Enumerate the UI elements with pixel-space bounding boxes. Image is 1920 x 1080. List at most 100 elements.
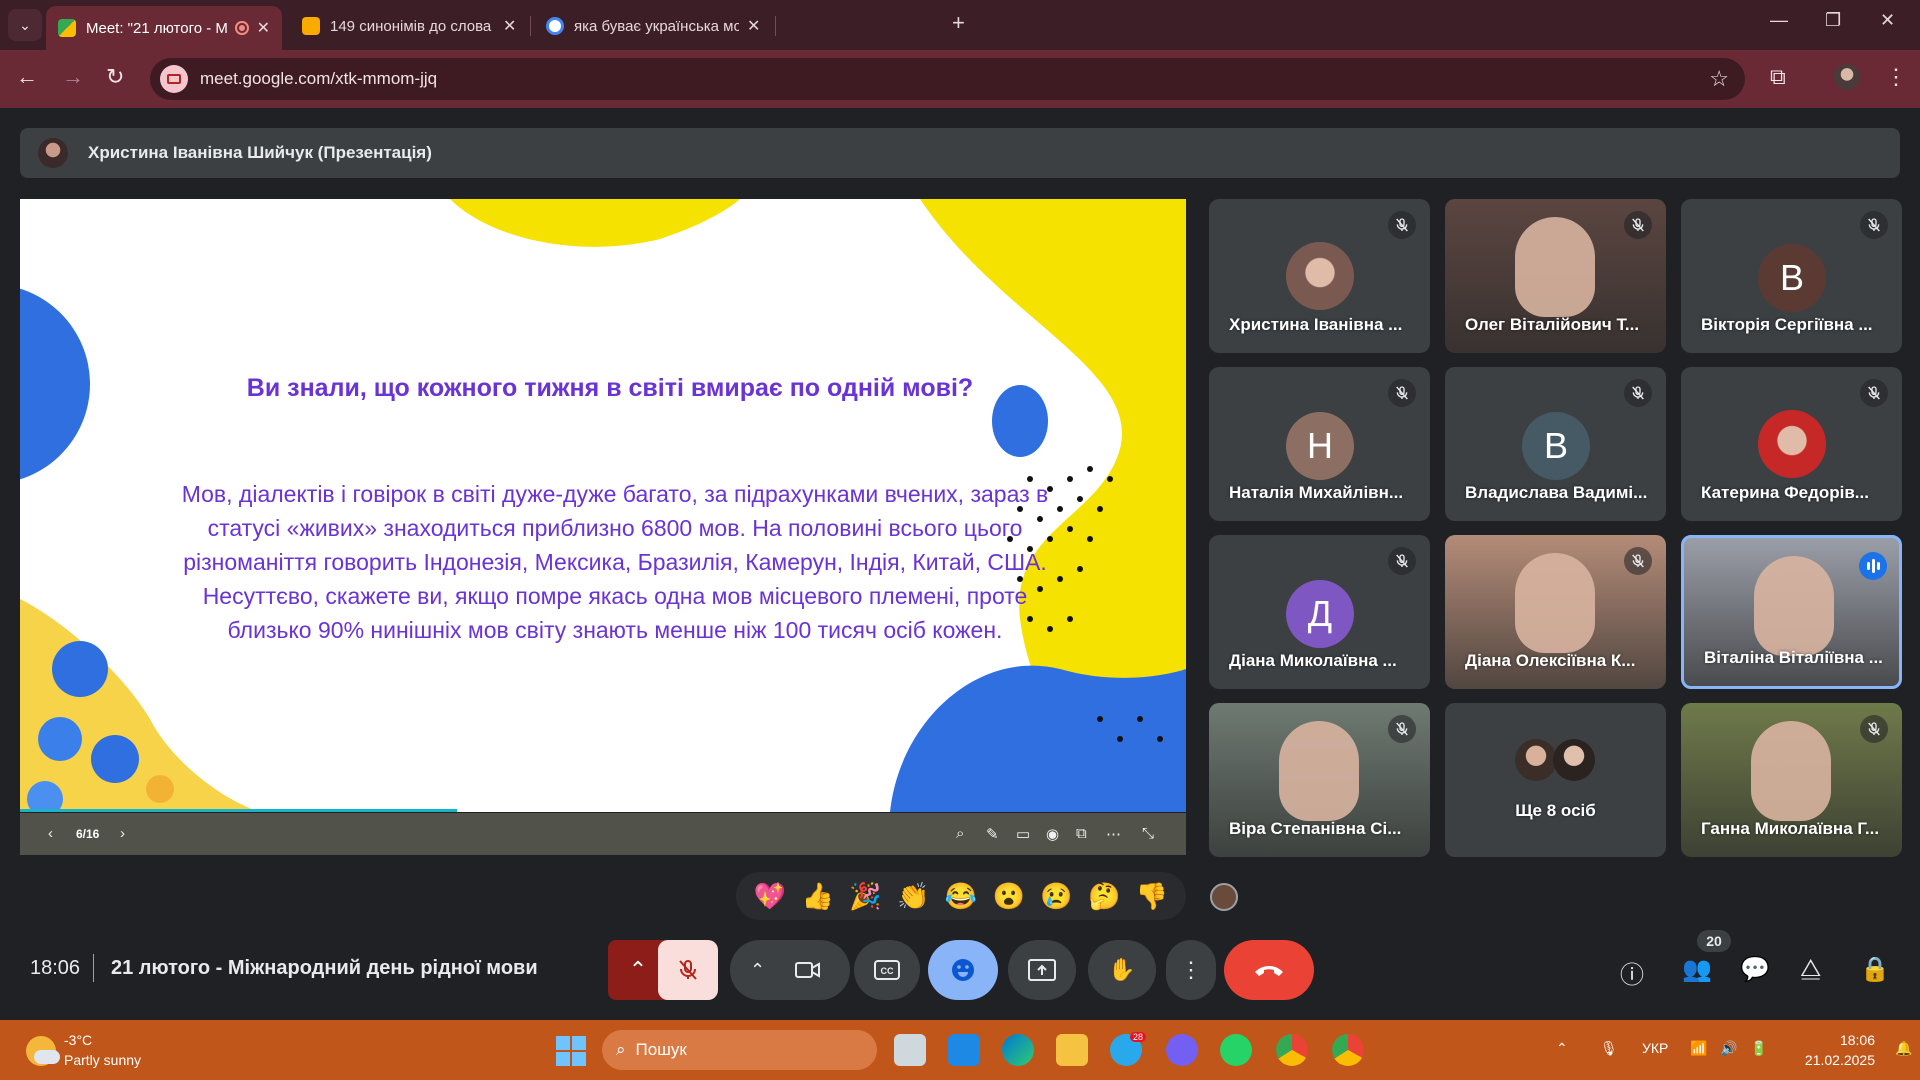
mic-off-icon	[679, 960, 697, 980]
host-controls-icon[interactable]: 🔒	[1860, 955, 1890, 984]
video-feed	[1751, 721, 1831, 821]
reaction-emoji[interactable]: 👏	[897, 881, 929, 912]
captions-icon[interactable]: ▭	[1016, 825, 1030, 843]
people-icon[interactable]: 👥	[1682, 955, 1712, 984]
participant-tile[interactable]: Діана Олексіївна К...	[1445, 535, 1666, 689]
language-indicator[interactable]: УКР	[1642, 1040, 1668, 1056]
synonyms-favicon-icon	[302, 17, 320, 35]
reaction-emoji[interactable]: 👍	[801, 881, 833, 912]
file-explorer-icon[interactable]	[1056, 1034, 1088, 1066]
more-options-icon[interactable]: ⋯	[1106, 825, 1121, 843]
close-tab-icon[interactable]: ✕	[747, 16, 760, 36]
microphone-tray-icon[interactable]: 🎙	[1600, 1040, 1618, 1057]
tab-google-search[interactable]: яка буває українська мова - П ✕	[534, 6, 774, 46]
notifications-icon[interactable]: 🔔	[1895, 1040, 1912, 1057]
viber-icon[interactable]	[1166, 1034, 1198, 1066]
reaction-emoji[interactable]: 😂	[945, 881, 977, 912]
back-icon[interactable]: ←	[16, 64, 38, 90]
windows-start-icon[interactable]	[556, 1036, 586, 1066]
address-bar[interactable]: meet.google.com/xtk-mmom-jjq ☆	[150, 58, 1745, 100]
tab-search-button[interactable]: ⌄	[8, 9, 42, 41]
prev-slide-icon[interactable]: ‹	[48, 825, 53, 842]
taskbar-date[interactable]: 21.02.2025	[1795, 1052, 1875, 1068]
reaction-emoji[interactable]: 🎉	[849, 881, 881, 912]
participant-tile[interactable]: Н Наталія Михайлівн...	[1209, 367, 1430, 521]
more-options-button[interactable]: ⋮	[1166, 940, 1216, 1000]
camera-icon[interactable]	[794, 959, 822, 981]
wifi-icon[interactable]: 📶	[1690, 1040, 1707, 1057]
taskbar-search[interactable]: ⌕ Пошук	[602, 1030, 877, 1070]
site-info-icon[interactable]	[160, 65, 188, 93]
mic-muted-icon	[1624, 547, 1652, 575]
participant-tile[interactable]: Катерина Федорів...	[1681, 367, 1902, 521]
bookmark-star-icon[interactable]: ☆	[1709, 66, 1729, 92]
task-view-icon[interactable]	[894, 1034, 926, 1066]
participant-tile[interactable]: Д Діана Миколаївна ...	[1209, 535, 1430, 689]
pen-icon[interactable]: ✎	[986, 825, 999, 843]
url-text[interactable]: meet.google.com/xtk-mmom-jjq	[200, 69, 437, 89]
participant-tile[interactable]: Віра Степанівна Сі...	[1209, 703, 1430, 857]
reaction-emoji[interactable]: 🤔	[1088, 881, 1120, 912]
exit-fullscreen-icon[interactable]: ⤡	[1142, 825, 1154, 842]
participant-tile[interactable]: Ще 8 осіб	[1445, 703, 1666, 857]
reaction-emoji[interactable]: 😮	[993, 881, 1025, 912]
participant-tile[interactable]: Віталіна Віталіївна ...	[1681, 535, 1902, 689]
participant-tile[interactable]: В Вікторія Сергіївна ...	[1681, 199, 1902, 353]
mic-toggle-button[interactable]	[658, 940, 718, 1000]
volume-icon[interactable]: 🔊	[1720, 1040, 1737, 1057]
minimize-icon[interactable]: —	[1770, 10, 1788, 31]
zoom-icon[interactable]: ⌕	[956, 825, 964, 842]
taskbar-time[interactable]: 18:06	[1815, 1032, 1875, 1048]
chrome-profile-icon[interactable]	[1276, 1034, 1308, 1066]
tray-overflow-icon[interactable]: ⌃	[1556, 1040, 1568, 1057]
whatsapp-icon[interactable]	[1220, 1034, 1252, 1066]
svg-text:CC: CC	[881, 966, 894, 976]
chrome-icon[interactable]	[1332, 1034, 1364, 1066]
reaction-emoji[interactable]: 😢	[1040, 881, 1072, 912]
tab-synonyms[interactable]: 149 синонімів до слова ГОВОР ✕	[290, 6, 530, 46]
tab-meet[interactable]: Meet: "21 лютого - Міжнар ✕	[46, 6, 282, 50]
participant-tile[interactable]: В Владислава Вадимі...	[1445, 367, 1666, 521]
participant-tile[interactable]: Христина Іванівна ...	[1209, 199, 1430, 353]
close-tab-icon[interactable]: ✕	[503, 16, 516, 36]
battery-icon[interactable]: 🔋	[1750, 1040, 1767, 1057]
pip-icon[interactable]: ⧉	[1076, 825, 1087, 842]
browser-menu-icon[interactable]: ⋮	[1885, 64, 1907, 90]
video-feed	[1754, 556, 1834, 656]
reload-icon[interactable]: ↻	[106, 64, 124, 90]
presentation-slide: Ви знали, що кожного тижня в світі вмира…	[20, 199, 1186, 812]
meet-stage: Христина Іванівна Шийчук (Презентація) В…	[0, 108, 1920, 1020]
chat-icon[interactable]: 💬	[1740, 955, 1770, 984]
close-window-icon[interactable]: ✕	[1880, 10, 1895, 31]
participant-avatar	[1286, 242, 1354, 310]
reaction-emoji[interactable]: 💖	[754, 881, 786, 912]
participant-tile[interactable]: Олег Віталійович Т...	[1445, 199, 1666, 353]
reaction-emoji[interactable]: 👎	[1136, 881, 1168, 912]
participant-tile[interactable]: Ганна Миколаївна Г...	[1681, 703, 1902, 857]
raise-hand-button[interactable]: ✋	[1088, 940, 1156, 1000]
skin-tone-selector[interactable]	[1210, 883, 1238, 911]
broadcast-icon[interactable]: ◉	[1046, 825, 1059, 843]
profile-avatar[interactable]	[1834, 64, 1860, 90]
captions-button[interactable]: CC	[854, 940, 920, 1000]
forward-icon[interactable]: →	[62, 64, 84, 90]
browser-toolbar: ← → ↻ meet.google.com/xtk-mmom-jjq ☆ ⧉ ⋮	[0, 50, 1920, 108]
participant-name: Владислава Вадимі...	[1465, 483, 1648, 502]
store-app-icon[interactable]	[948, 1034, 980, 1066]
next-slide-icon[interactable]: ›	[120, 825, 125, 842]
meeting-info-icon[interactable]: ⓘ	[1620, 955, 1644, 990]
weather-icon[interactable]	[26, 1036, 60, 1066]
edge-icon[interactable]	[1002, 1034, 1034, 1066]
close-tab-icon[interactable]: ✕	[257, 18, 270, 38]
present-button[interactable]	[1008, 940, 1076, 1000]
extensions-icon[interactable]: ⧉	[1770, 64, 1786, 90]
mic-muted-icon	[1624, 379, 1652, 407]
reaction-bar: 💖 👍 🎉 👏 😂 😮 😢 🤔 👎	[736, 872, 1186, 920]
new-tab-button[interactable]: +	[952, 10, 965, 36]
restore-icon[interactable]: ❐	[1825, 10, 1841, 31]
reactions-button[interactable]	[928, 940, 998, 1000]
mic-muted-icon	[1388, 379, 1416, 407]
video-options-icon[interactable]: ⌃	[750, 960, 765, 981]
activities-icon[interactable]: ⧋	[1800, 955, 1821, 983]
leave-call-button[interactable]	[1224, 940, 1314, 1000]
